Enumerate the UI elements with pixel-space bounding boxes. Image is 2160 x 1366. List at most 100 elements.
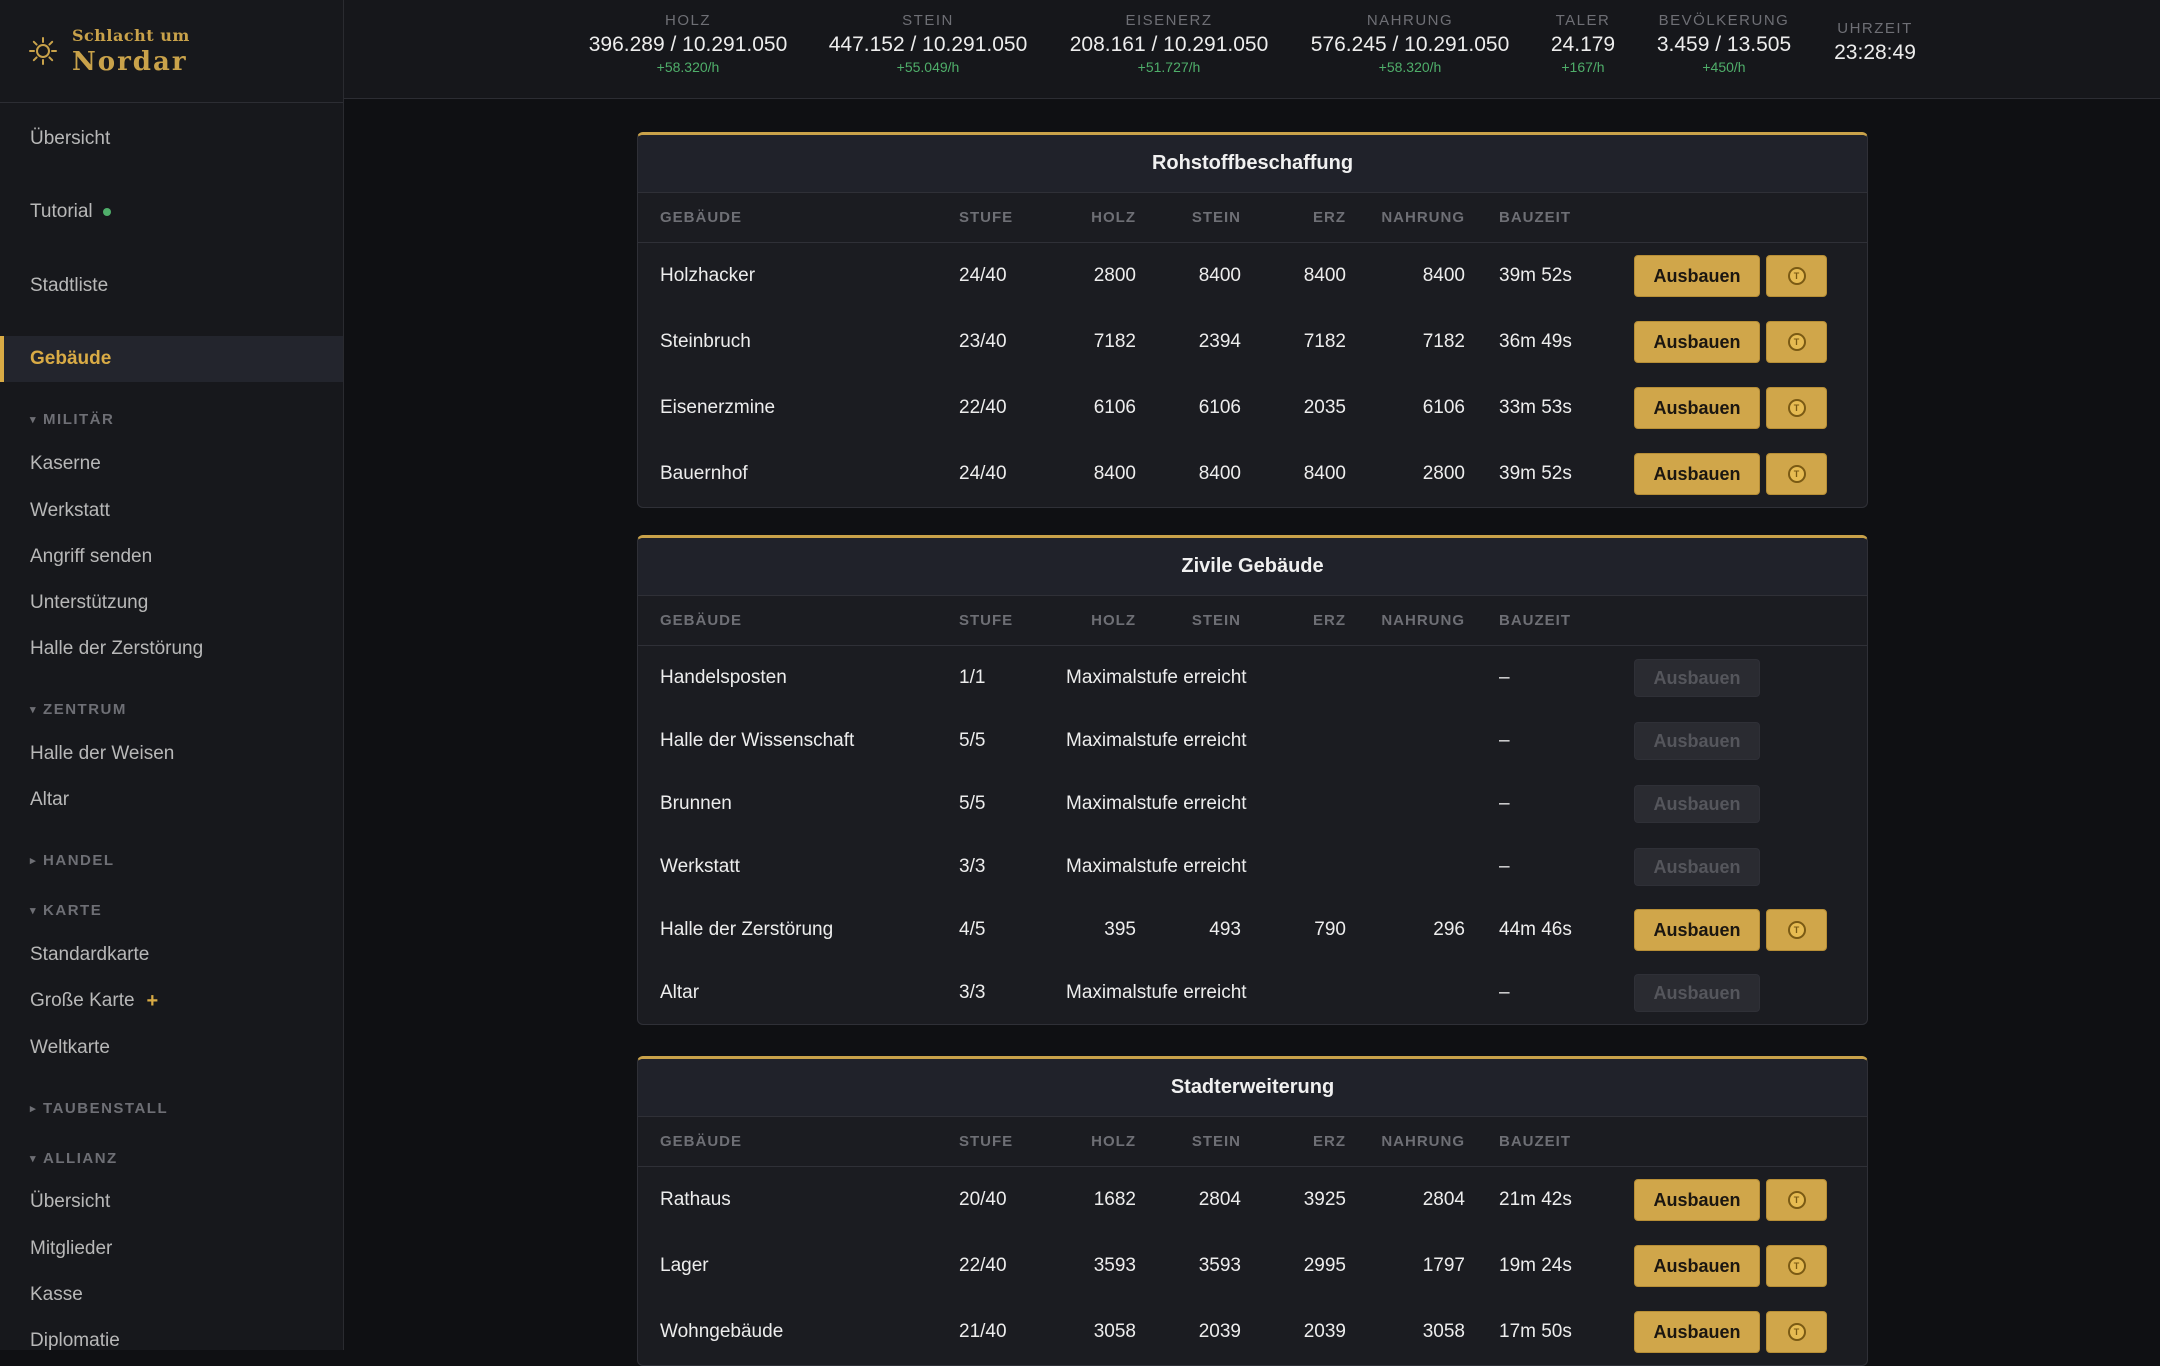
nav-item-kasse[interactable]: Kasse (0, 1272, 343, 1318)
column-header-stein: STEIN (1191, 612, 1241, 629)
nav-section-militaer[interactable]: ▾ MILITÄR (30, 411, 114, 428)
building-level: 3/3 (959, 856, 986, 877)
cost-erz: 2035 (1303, 397, 1346, 418)
build-time: – (1499, 982, 1510, 1003)
nav-label: Werkstatt (30, 500, 110, 521)
upgrade-button[interactable]: Ausbauen (1634, 1245, 1760, 1287)
stat-eisenerz: EISENERZ 208.161 / 10.291.050 +51.727/h (1070, 12, 1269, 75)
stat-value: 576.245 / 10.291.050 (1310, 33, 1510, 56)
build-time: 44m 46s (1499, 919, 1572, 940)
stat-label: TALER (1555, 12, 1611, 29)
building-panel: Zivile Gebäude GEBÄUDE STUFE HOLZ STEIN ERZ NA… (637, 535, 1868, 1025)
building-name: Halle der Wissenschaft (660, 730, 855, 751)
instant-build-button[interactable]: T (1766, 1311, 1827, 1353)
stat-value: 24.179 (1550, 33, 1616, 56)
nav-label: Gebäude (30, 348, 112, 369)
section-label: ZENTRUM (43, 701, 127, 718)
nav-label: Übersicht (30, 128, 111, 149)
instant-build-button[interactable]: T (1766, 453, 1827, 495)
nav-section-zentrum[interactable]: ▾ ZENTRUM (30, 701, 127, 718)
nav-item-halle-zerstoerung[interactable]: Halle der Zerstörung (0, 626, 343, 672)
nav-item-standardkarte[interactable]: Standardkarte (0, 932, 343, 978)
nav-section-handel[interactable]: ▸ HANDEL (30, 852, 115, 869)
cost-holz: 3058 (1093, 1321, 1136, 1342)
cost-holz: 7182 (1093, 331, 1136, 352)
caret-down-icon: ▾ (30, 1153, 38, 1165)
upgrade-button[interactable]: Ausbauen (1634, 387, 1760, 429)
upgrade-button[interactable]: Ausbauen (1634, 321, 1760, 363)
nav-section-taubenstall[interactable]: ▸ TAUBENSTALL (30, 1100, 168, 1117)
nav-item-allianz-uebersicht[interactable]: Übersicht (0, 1179, 343, 1225)
clock-value: 23:28:49 (1834, 41, 1916, 64)
instant-build-button[interactable]: T (1766, 909, 1827, 951)
upgrade-button: Ausbauen (1634, 848, 1760, 886)
nav-section-karte[interactable]: ▾ KARTE (30, 902, 102, 919)
nav-label: Altar (30, 789, 70, 810)
nav-item-unterstuetzung[interactable]: Unterstützung (0, 580, 343, 626)
stat-value: 447.152 / 10.291.050 (828, 33, 1028, 56)
stat-rate: +58.320/h (656, 59, 720, 75)
build-time: 19m 24s (1499, 1255, 1572, 1276)
build-time: – (1499, 730, 1510, 751)
instant-build-button[interactable]: T (1766, 1179, 1827, 1221)
building-level: 22/40 (959, 1255, 1007, 1276)
instant-build-button[interactable]: T (1766, 321, 1827, 363)
coin-icon: T (1787, 1323, 1806, 1341)
max-level-text: Maximalstufe erreicht (1066, 667, 1247, 688)
stat-label: HOLZ (664, 12, 712, 29)
table-row: Lager 22/40 3593 3593 2995 1797 19m 24s Ausbaue… (638, 1233, 1867, 1299)
upgrade-button[interactable]: Ausbauen (1634, 1179, 1760, 1221)
build-time: 39m 52s (1499, 265, 1572, 286)
nav-item-angriff-senden[interactable]: Angriff senden (0, 534, 343, 580)
nav-item-stadtliste[interactable]: Stadtliste (0, 263, 343, 309)
stat-uhrzeit: UHRZEIT 23:28:49 (1834, 20, 1916, 65)
cost-stein: 8400 (1198, 265, 1241, 286)
sun-icon (29, 37, 57, 65)
cost-stein: 8400 (1198, 463, 1241, 484)
caret-down-icon: ▾ (30, 905, 38, 917)
stat-label: STEIN (902, 12, 954, 29)
stat-label: EISENERZ (1125, 12, 1213, 29)
coin-icon: T (1787, 1191, 1806, 1209)
upgrade-button[interactable]: Ausbauen (1634, 1311, 1760, 1353)
column-header-bauzeit: BAUZEIT (1499, 209, 1571, 226)
cost-holz: 3593 (1093, 1255, 1136, 1276)
table-header: GEBÄUDE STUFE HOLZ STEIN ERZ NAHRUNG BAUZEIT (638, 193, 1867, 243)
instant-build-button[interactable]: T (1766, 1245, 1827, 1287)
column-header-erz: ERZ (1313, 209, 1346, 226)
brand[interactable]: Schlacht um Nordar (0, 0, 343, 103)
upgrade-button[interactable]: Ausbauen (1634, 909, 1760, 951)
nav-item-diplomatie[interactable]: Diplomatie (0, 1318, 343, 1350)
cost-holz: 1682 (1093, 1189, 1136, 1210)
nav-item-halle-weisen[interactable]: Halle der Weisen (0, 731, 343, 777)
upgrade-button[interactable]: Ausbauen (1634, 255, 1760, 297)
nav-item-kaserne[interactable]: Kaserne (0, 441, 343, 487)
instant-build-button[interactable]: T (1766, 387, 1827, 429)
coin-icon: T (1787, 465, 1806, 483)
nav-item-grosse-karte[interactable]: Große Karte + (0, 978, 343, 1024)
nav-item-weltkarte[interactable]: Weltkarte (0, 1025, 343, 1071)
column-header-bauzeit: BAUZEIT (1499, 1133, 1571, 1150)
nav-item-werkstatt[interactable]: Werkstatt (0, 488, 343, 534)
building-level: 20/40 (959, 1189, 1007, 1210)
instant-build-button[interactable]: T (1766, 255, 1827, 297)
nav-item-mitglieder[interactable]: Mitglieder (0, 1226, 343, 1272)
nav-item-altar[interactable]: Altar (0, 777, 343, 823)
nav-item-gebaeude[interactable]: Gebäude (0, 336, 343, 382)
nav-item-tutorial[interactable]: Tutorial (0, 189, 343, 235)
table-row: Rathaus 20/40 1682 2804 3925 2804 21m 42s Ausba… (638, 1167, 1867, 1233)
building-panel: Stadterweiterung GEBÄUDE STUFE HOLZ STEIN ERZ… (637, 1056, 1868, 1366)
building-name: Rathaus (660, 1189, 731, 1210)
nav-item-uebersicht[interactable]: Übersicht (0, 116, 343, 162)
coin-icon: T (1787, 333, 1806, 351)
stat-value: 208.161 / 10.291.050 (1069, 33, 1269, 56)
panel-title: Rohstoffbeschaffung (638, 135, 1867, 193)
building-name: Handelsposten (660, 667, 787, 688)
nav-section-allianz[interactable]: ▾ ALLIANZ (30, 1150, 118, 1167)
building-name: Altar (660, 982, 700, 1003)
upgrade-button: Ausbauen (1634, 659, 1760, 697)
cost-stein: 6106 (1198, 397, 1241, 418)
table-row: Halle der Wissenschaft 5/5 Maximalstufe er… (638, 709, 1867, 772)
upgrade-button[interactable]: Ausbauen (1634, 453, 1760, 495)
coin-icon: T (1787, 1257, 1806, 1275)
